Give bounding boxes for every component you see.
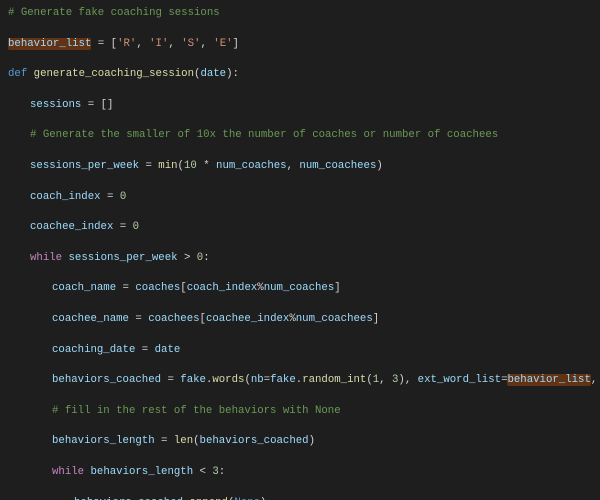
code-editor[interactable]: # Generate fake coaching sessions behavi… [0,0,600,500]
comment: # fill in the rest of the behaviors with… [52,405,341,417]
comment: # Generate the smaller of 10x the number… [30,129,498,141]
kw-def: def [8,68,27,80]
fn-name: generate_coaching_session [34,68,194,80]
var-behavior-list: behavior_list [8,38,91,50]
var-behavior-list-ref: behavior_list [507,374,590,386]
comment: # Generate fake coaching sessions [8,7,220,19]
